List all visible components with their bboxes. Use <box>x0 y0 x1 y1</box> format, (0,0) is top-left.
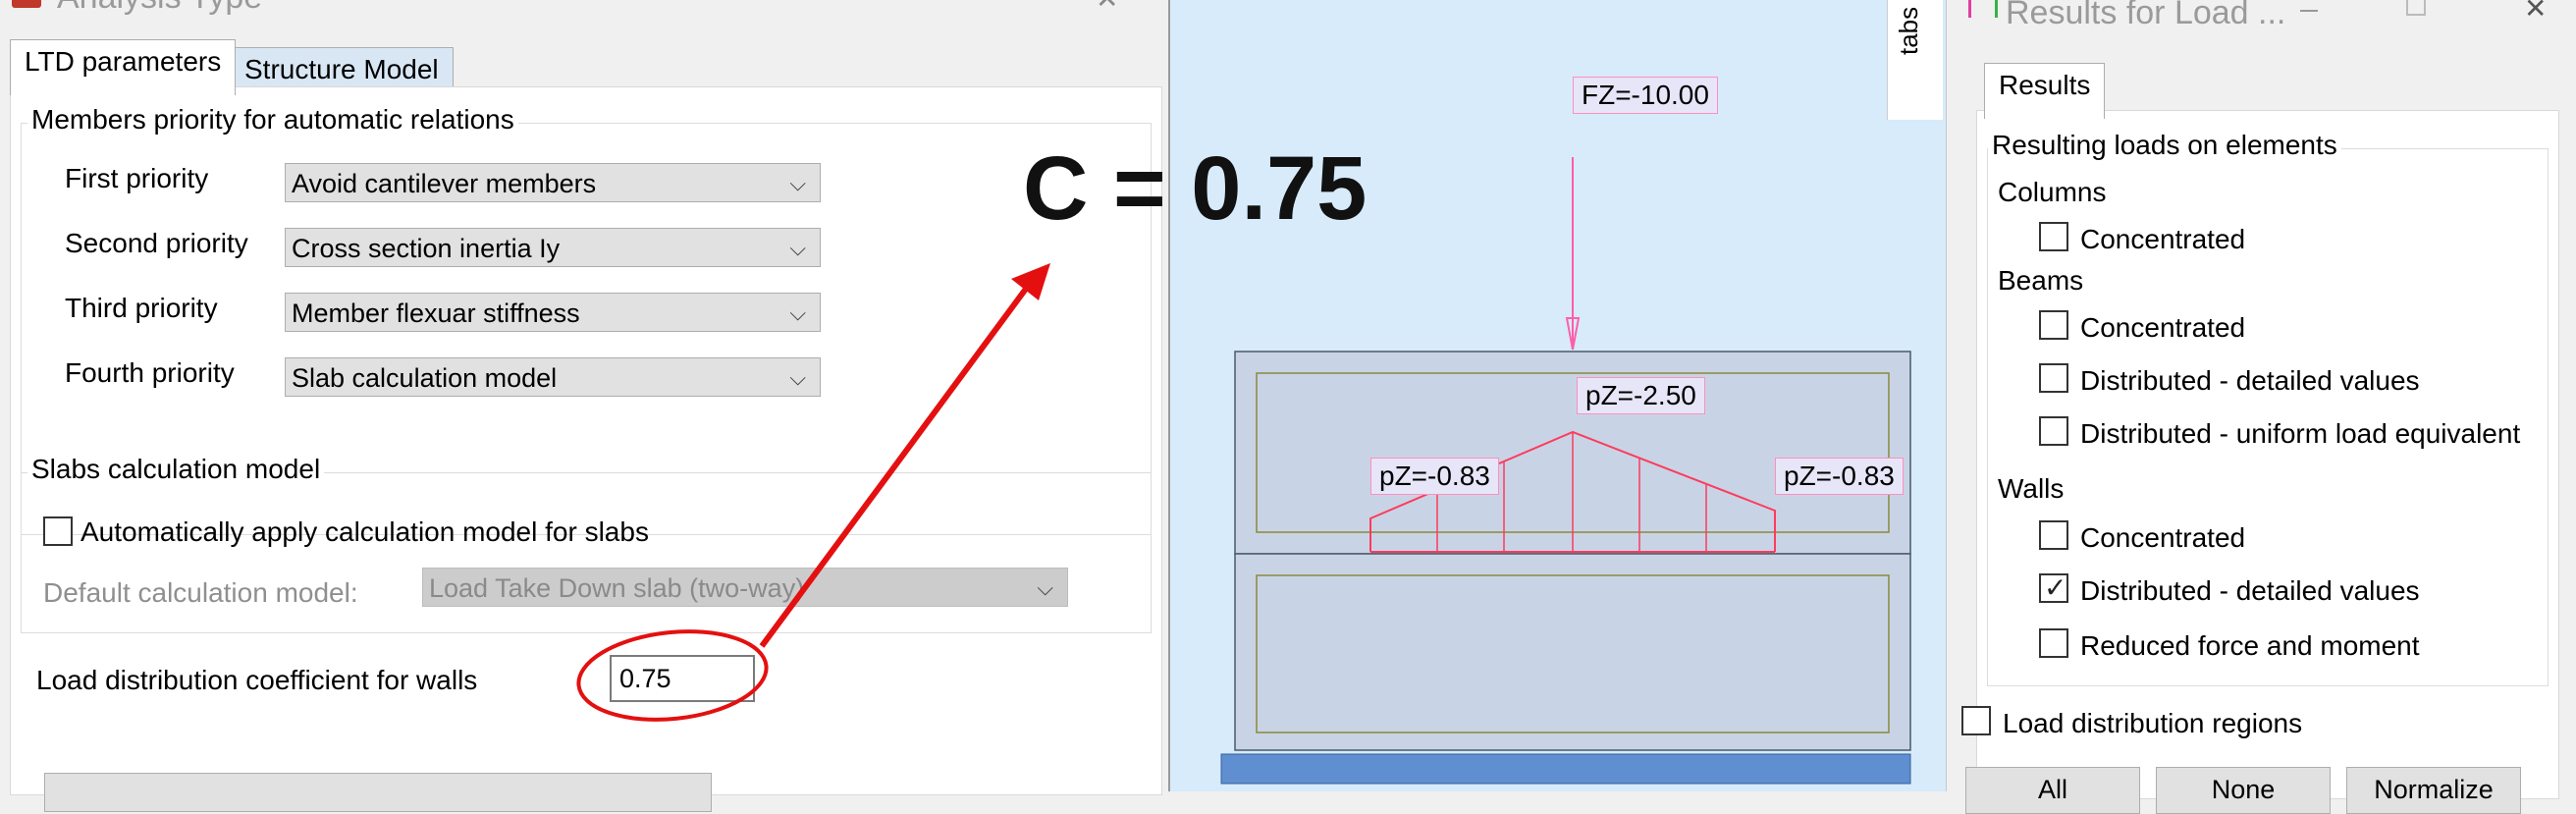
results-title: Results for Load ... <box>2006 0 2286 31</box>
load-dist-input[interactable]: 0.75 <box>610 655 755 702</box>
beams-distributed-detailed-label: Distributed - detailed values <box>2080 365 2420 396</box>
side-tab-label: tabs <box>1894 6 1923 55</box>
pz-left-label: pZ=-0.83 <box>1370 458 1499 495</box>
beams-concentrated-checkbox[interactable] <box>2039 310 2068 340</box>
columns-concentrated-label: Concentrated <box>2080 224 2246 254</box>
maximize-icon[interactable] <box>2406 0 2426 16</box>
beams-label: Beams <box>1998 265 2084 296</box>
third-priority-label: Third priority <box>65 293 218 323</box>
fourth-priority-value: Slab calculation model <box>292 363 558 393</box>
chevron-down-icon: ⌵ <box>1037 575 1053 600</box>
members-priority-title: Members priority for automatic relations <box>27 104 518 136</box>
fz-label: FZ=-10.00 <box>1573 77 1718 114</box>
app-icon <box>12 0 41 8</box>
second-priority-label: Second priority <box>65 228 248 258</box>
resulting-loads-title: Resulting loads on elements <box>1988 130 2341 161</box>
walls-distributed-detailed-checkbox[interactable] <box>2039 571 2068 604</box>
beams-distributed-uniform-label: Distributed - uniform load equivalent <box>2080 418 2521 449</box>
load-dist-label: Load distribution coefficient for walls <box>36 665 478 695</box>
load-distribution-regions-label: Load distribution regions <box>2003 708 2303 738</box>
bottom-button[interactable] <box>44 773 712 812</box>
walls-concentrated-checkbox[interactable] <box>2039 520 2068 550</box>
chevron-down-icon: ⌵ <box>789 171 806 195</box>
results-panel: Resulting loads on elements Columns Conc… <box>1961 110 2559 814</box>
slabs-calculation-title: Slabs calculation model <box>27 454 325 485</box>
slabs-calculation-group: Slabs calculation model Automatically ap… <box>21 454 1152 633</box>
beams-distributed-uniform-checkbox[interactable] <box>2039 416 2068 446</box>
walls-reduced-force-label: Reduced force and moment <box>2080 630 2420 661</box>
first-priority-label: First priority <box>65 163 209 193</box>
normalize-button[interactable]: Normalize <box>2346 767 2521 814</box>
chevron-down-icon: ⌵ <box>789 365 806 390</box>
tab-results[interactable]: Results <box>1984 63 2106 119</box>
analysis-type-dialog: Analysis Type ✕ LTD parameters Structure… <box>0 0 1170 812</box>
chevron-down-icon: ⌵ <box>789 236 806 260</box>
second-priority-value: Cross section inertia Iy <box>292 234 561 263</box>
chevron-down-icon: ⌵ <box>789 300 806 325</box>
fourth-priority-select[interactable]: Slab calculation model ⌵ <box>285 357 821 397</box>
third-priority-value: Member flexuar stiffness <box>292 298 580 328</box>
walls-label: Walls <box>1998 473 2065 504</box>
default-model-value: Load Take Down slab (two-way) <box>429 573 805 603</box>
columns-label: Columns <box>1998 177 2107 207</box>
none-button[interactable]: None <box>2156 767 2331 814</box>
wall-outer-bottom <box>1234 553 1911 751</box>
pz-right-label: pZ=-0.83 <box>1775 458 1904 495</box>
third-priority-select[interactable]: Member flexuar stiffness ⌵ <box>285 293 821 332</box>
default-model-label: Default calculation model: <box>43 577 358 608</box>
walls-concentrated-label: Concentrated <box>2080 522 2246 553</box>
default-model-select[interactable]: Load Take Down slab (two-way) ⌵ <box>422 568 1068 607</box>
results-app-icon <box>1968 0 1998 18</box>
close-icon[interactable]: ✕ <box>2524 0 2547 25</box>
structure-drawing <box>1220 157 1911 785</box>
beams-concentrated-label: Concentrated <box>2080 312 2246 343</box>
columns-concentrated-checkbox[interactable] <box>2039 222 2068 251</box>
walls-reduced-force-checkbox[interactable] <box>2039 628 2068 658</box>
first-priority-value: Avoid cantilever members <box>292 169 597 198</box>
foundation-strip <box>1220 753 1911 785</box>
walls-distributed-detailed-label: Distributed - detailed values <box>2080 575 2420 606</box>
first-priority-select[interactable]: Avoid cantilever members ⌵ <box>285 163 821 202</box>
load-distribution-regions-checkbox[interactable] <box>1961 706 1991 735</box>
beams-distributed-detailed-checkbox[interactable] <box>2039 363 2068 393</box>
tab-ltd-parameters[interactable]: LTD parameters <box>10 39 237 95</box>
resulting-loads-group: Resulting loads on elements Columns Conc… <box>1987 130 2549 686</box>
results-window: Results for Load ... ✕ Results Resulting… <box>1946 0 2576 814</box>
minimize-icon[interactable] <box>2300 10 2318 12</box>
all-button[interactable]: All <box>1965 767 2140 814</box>
structure-viewport[interactable]: FZ=-10.00 pZ=-2.50 pZ=-0.83 pZ=-0.83 tab… <box>1170 0 1946 791</box>
close-icon[interactable]: ✕ <box>1096 0 1118 15</box>
second-priority-select[interactable]: Cross section inertia Iy ⌵ <box>285 228 821 267</box>
auto-apply-checkbox[interactable] <box>43 516 73 546</box>
auto-apply-label: Automatically apply calculation model fo… <box>80 516 649 547</box>
ltd-parameters-panel: Members priority for automatic relations… <box>10 86 1162 812</box>
fourth-priority-label: Fourth priority <box>65 357 235 388</box>
coefficient-callout: C = 0.75 <box>1023 138 1368 239</box>
pz-center-label: pZ=-2.50 <box>1577 377 1705 414</box>
dialog-title: Analysis Type <box>57 0 262 17</box>
side-tabs-strip[interactable]: tabs <box>1887 0 1943 120</box>
